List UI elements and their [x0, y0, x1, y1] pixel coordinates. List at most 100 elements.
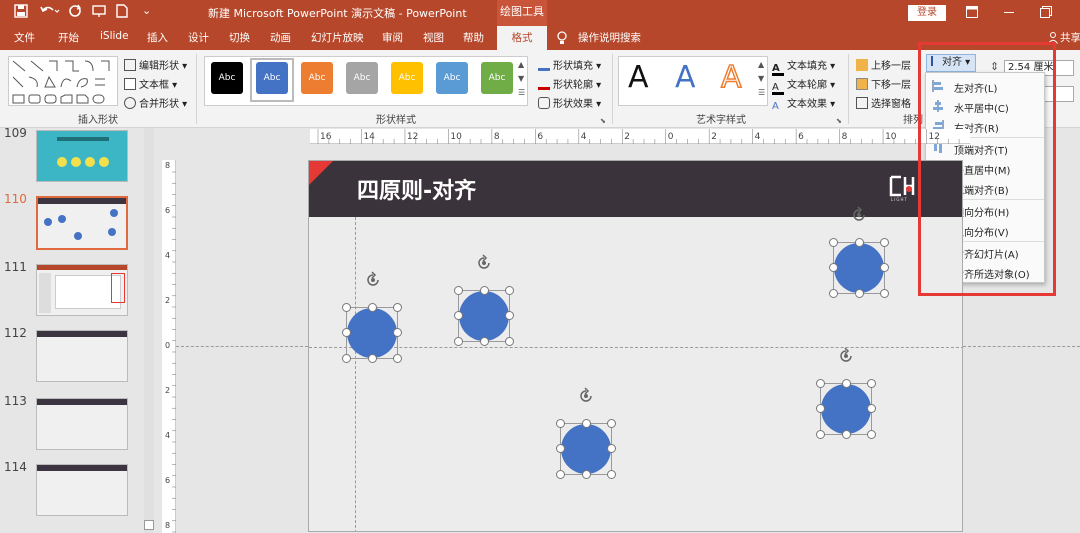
resize-handle[interactable]	[480, 337, 489, 346]
dialog-launcher-icon[interactable]: ⬊	[836, 117, 842, 125]
shape-fill-button[interactable]: 形状填充 ▾	[538, 57, 601, 72]
resize-handle[interactable]	[867, 430, 876, 439]
text-outline-button[interactable]: A 文本轮廓 ▾	[772, 76, 835, 95]
resize-handle[interactable]	[342, 328, 351, 337]
slide-thumbnail-114[interactable]	[36, 464, 128, 516]
resize-handle[interactable]	[816, 404, 825, 413]
scroll-down-button[interactable]	[144, 520, 154, 530]
resize-handle[interactable]	[505, 337, 514, 346]
resize-handle[interactable]	[556, 470, 565, 479]
resize-handle[interactable]	[607, 444, 616, 453]
minimize-icon[interactable]	[1004, 12, 1014, 13]
resize-handle[interactable]	[829, 289, 838, 298]
resize-handle[interactable]	[342, 354, 351, 363]
rotate-handle-icon[interactable]	[475, 254, 493, 275]
undo-icon[interactable]	[40, 4, 60, 22]
resize-handle[interactable]	[480, 286, 489, 295]
resize-handle[interactable]	[880, 263, 889, 272]
circle-shape[interactable]	[821, 384, 871, 434]
resize-handle[interactable]	[842, 430, 851, 439]
slide-thumbnail-111[interactable]	[36, 264, 128, 316]
style-swatch-black[interactable]: Abc	[211, 62, 243, 94]
present-icon[interactable]	[92, 4, 106, 22]
style-swatch-gold[interactable]: Abc	[391, 62, 423, 94]
new-file-icon[interactable]	[116, 4, 128, 22]
style-swatch-gray[interactable]: Abc	[346, 62, 378, 94]
style-swatch-orange[interactable]: Abc	[301, 62, 333, 94]
wordart-orange-outline[interactable]: A	[720, 59, 742, 96]
resize-handle[interactable]	[607, 470, 616, 479]
slide-thumbnail-112[interactable]	[36, 330, 128, 382]
edit-shape-button[interactable]: 编辑形状 ▾	[124, 57, 187, 72]
slide-thumbnail-113[interactable]	[36, 398, 128, 450]
resize-handle[interactable]	[368, 354, 377, 363]
tab-home[interactable]: 开始	[58, 30, 79, 48]
resize-handle[interactable]	[368, 303, 377, 312]
resize-handle[interactable]	[454, 337, 463, 346]
resize-handle[interactable]	[393, 354, 402, 363]
ribbon-display-options-icon[interactable]	[966, 6, 978, 21]
rotate-handle-icon[interactable]	[577, 387, 595, 408]
send-backward-button[interactable]: 下移一层	[856, 76, 911, 91]
circle-shape[interactable]	[347, 308, 397, 358]
resize-handle[interactable]	[454, 311, 463, 320]
tab-help[interactable]: 帮助	[463, 30, 484, 48]
resize-handle[interactable]	[607, 419, 616, 428]
selection-pane-button[interactable]: 选择窗格	[856, 95, 911, 110]
customize-qat-icon[interactable]: ⌄	[142, 4, 151, 22]
resize-handle[interactable]	[855, 238, 864, 247]
circle-shape[interactable]	[459, 291, 509, 341]
redo-icon[interactable]	[68, 4, 82, 22]
resize-handle[interactable]	[829, 238, 838, 247]
slide-thumbnail-109[interactable]	[36, 130, 128, 182]
gallery-scroll[interactable]: ▲ ▼ ☰	[518, 58, 525, 100]
slide-title[interactable]: 四原则-对齐	[357, 173, 476, 205]
wordart-black[interactable]: A	[628, 60, 649, 95]
tab-review[interactable]: 审阅	[382, 30, 403, 48]
login-button[interactable]: 登录	[908, 5, 946, 21]
bring-forward-button[interactable]: 上移一层	[856, 57, 911, 72]
text-fill-button[interactable]: A 文本填充 ▾	[772, 57, 835, 76]
resize-handle[interactable]	[867, 379, 876, 388]
resize-handle[interactable]	[855, 289, 864, 298]
circle-shape[interactable]	[834, 243, 884, 293]
tab-file[interactable]: 文件	[14, 30, 35, 48]
save-icon[interactable]	[14, 4, 28, 22]
wordart-scroll[interactable]: ▲ ▼ ☰	[758, 58, 765, 100]
resize-handle[interactable]	[816, 379, 825, 388]
resize-handle[interactable]	[393, 303, 402, 312]
resize-handle[interactable]	[582, 419, 591, 428]
wordart-blue[interactable]: A	[675, 60, 696, 95]
tab-insert[interactable]: 插入	[147, 30, 168, 48]
resize-handle[interactable]	[880, 238, 889, 247]
resize-handle[interactable]	[505, 286, 514, 295]
circle-shape[interactable]	[561, 424, 611, 474]
resize-handle[interactable]	[556, 444, 565, 453]
resize-handle[interactable]	[867, 404, 876, 413]
resize-handle[interactable]	[880, 289, 889, 298]
tab-slideshow[interactable]: 幻灯片放映	[311, 30, 364, 48]
resize-handle[interactable]	[816, 430, 825, 439]
resize-handle[interactable]	[393, 328, 402, 337]
resize-handle[interactable]	[342, 303, 351, 312]
tell-me-search[interactable]: 操作说明搜索	[578, 30, 641, 48]
resize-handle[interactable]	[556, 419, 565, 428]
style-swatch-light-blue[interactable]: Abc	[436, 62, 468, 94]
style-swatch-green[interactable]: Abc	[481, 62, 513, 94]
shape-gallery[interactable]	[8, 56, 118, 106]
style-swatch-blue[interactable]: Abc	[256, 62, 288, 94]
shape-effects-button[interactable]: 形状效果 ▾	[538, 95, 601, 110]
rotate-handle-icon[interactable]	[364, 271, 382, 292]
slide-thumbnail-110[interactable]	[36, 196, 128, 250]
tab-islide[interactable]: iSlide	[100, 30, 129, 48]
resize-handle[interactable]	[454, 286, 463, 295]
shape-outline-button[interactable]: 形状轮廓 ▾	[538, 76, 601, 91]
slide-canvas[interactable]: 四原则-对齐 LIGHT	[308, 160, 963, 532]
rotate-handle-icon[interactable]	[837, 347, 855, 368]
restore-icon[interactable]	[1040, 6, 1052, 21]
resize-handle[interactable]	[842, 379, 851, 388]
text-effects-button[interactable]: A 文本效果 ▾	[772, 95, 835, 113]
resize-handle[interactable]	[505, 311, 514, 320]
thumbnail-scrollbar[interactable]	[144, 128, 154, 533]
rotate-handle-icon[interactable]	[850, 206, 868, 227]
